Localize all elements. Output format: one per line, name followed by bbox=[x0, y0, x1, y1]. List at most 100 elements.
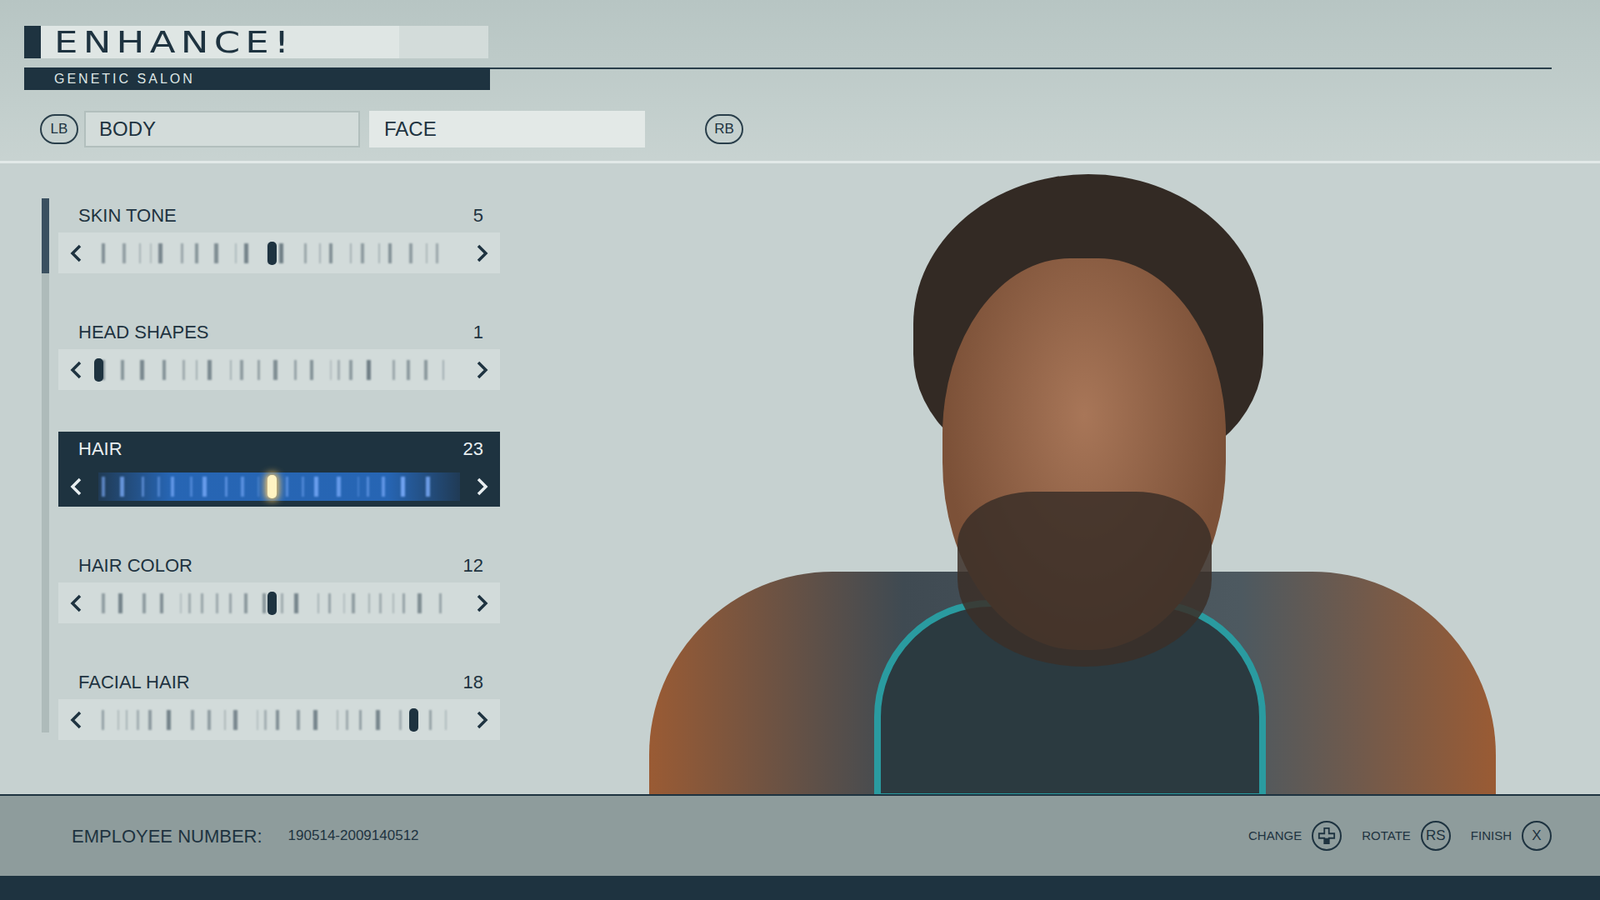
slider-tick bbox=[233, 710, 238, 730]
chevron-right-icon[interactable] bbox=[473, 593, 490, 614]
slider-tick bbox=[162, 360, 166, 380]
slider-value: 5 bbox=[473, 201, 484, 230]
slider-tick bbox=[136, 710, 140, 730]
slider-thumb[interactable] bbox=[267, 241, 277, 265]
slider-control bbox=[58, 349, 500, 390]
slider-row[interactable]: FACIAL HAIR18 bbox=[58, 665, 500, 740]
slider-tick bbox=[336, 476, 341, 497]
slider-tick bbox=[180, 593, 182, 614]
tab[interactable]: FACE bbox=[369, 110, 645, 148]
slider-tick bbox=[207, 360, 212, 380]
logo-box: ENHANCE! bbox=[40, 25, 400, 59]
slider-track[interactable] bbox=[98, 705, 460, 735]
slider-tick bbox=[125, 710, 128, 730]
control-hint[interactable]: ROTATE RS bbox=[1361, 820, 1451, 851]
slider-track[interactable] bbox=[98, 589, 460, 618]
header-line bbox=[490, 67, 1552, 90]
slider-tick bbox=[118, 593, 123, 614]
slider-tick bbox=[345, 710, 349, 730]
slider-tick bbox=[166, 710, 171, 730]
slider-row[interactable]: HAIR23 bbox=[58, 431, 500, 507]
key-button[interactable]: RS bbox=[1420, 820, 1451, 851]
slider-thumb[interactable] bbox=[94, 358, 104, 382]
slider-control bbox=[58, 582, 500, 624]
chevron-left-icon[interactable] bbox=[68, 243, 85, 264]
hint-label: CHANGE bbox=[1248, 826, 1302, 846]
chevron-right-icon[interactable] bbox=[473, 710, 490, 730]
slider-value: 1 bbox=[473, 318, 484, 346]
slider-control bbox=[58, 232, 500, 274]
slider-track[interactable] bbox=[98, 472, 460, 501]
slider-tick bbox=[214, 243, 219, 264]
tab[interactable]: BODY bbox=[84, 110, 360, 148]
tab-label: FACE bbox=[384, 114, 437, 145]
slider-header: HAIR COLOR12 bbox=[58, 548, 500, 583]
slider-track[interactable] bbox=[98, 239, 460, 268]
key-button[interactable]: X bbox=[1521, 820, 1552, 851]
slider-tick bbox=[330, 360, 332, 380]
chevron-left-icon[interactable] bbox=[68, 476, 85, 497]
slider-tick bbox=[402, 593, 405, 614]
slider-tick bbox=[424, 360, 428, 380]
slider-tick bbox=[195, 243, 199, 264]
dpad-icon[interactable] bbox=[1311, 820, 1342, 851]
slider-tick bbox=[240, 476, 245, 497]
slider-label: HEAD SHAPES bbox=[78, 318, 210, 346]
slider-tick bbox=[429, 710, 432, 730]
chevron-left-icon[interactable] bbox=[68, 360, 85, 380]
control-hint[interactable]: CHANGE bbox=[1248, 820, 1342, 851]
slider-label: HAIR bbox=[78, 435, 123, 463]
slider-tick bbox=[235, 243, 237, 264]
slider-tick bbox=[244, 593, 248, 614]
slider-tick bbox=[317, 593, 320, 614]
control-hint[interactable]: FINISHX bbox=[1470, 820, 1552, 851]
chevron-right-icon[interactable] bbox=[473, 476, 490, 497]
slider-row[interactable]: HEAD SHAPES 1 bbox=[58, 315, 500, 390]
slider-tick bbox=[343, 593, 345, 614]
employee-label: EMPLOYEE NUMBER: bbox=[71, 822, 263, 850]
slider-tick bbox=[215, 593, 219, 614]
slider-tick bbox=[425, 476, 430, 497]
slider-tick bbox=[313, 710, 318, 730]
header: ENHANCE! GENETIC SALON LBBODY FACE RB bbox=[0, 0, 1600, 164]
slider-thumb[interactable] bbox=[267, 591, 277, 615]
hint-label: ROTATE bbox=[1361, 826, 1411, 846]
slider-tick bbox=[207, 710, 211, 730]
slider-tick bbox=[101, 593, 105, 614]
subtitle: GENETIC SALON bbox=[54, 71, 195, 86]
slider-tick bbox=[296, 710, 300, 730]
next-tab-key[interactable]: RB bbox=[705, 114, 744, 145]
slider-thumb[interactable] bbox=[267, 475, 277, 499]
chevron-left-icon[interactable] bbox=[68, 710, 85, 730]
slider-tick bbox=[329, 243, 333, 264]
chevron-left-icon[interactable] bbox=[68, 593, 85, 614]
slider-tick bbox=[190, 710, 195, 730]
slider-tick bbox=[180, 243, 184, 264]
slider-tick bbox=[351, 593, 355, 614]
slider-tick bbox=[319, 243, 321, 264]
slider-tick bbox=[435, 243, 439, 264]
slider-tick bbox=[188, 593, 191, 614]
slider-tick bbox=[310, 360, 314, 380]
slider-tick bbox=[225, 476, 228, 497]
slider-tick bbox=[120, 476, 125, 497]
slider-tick bbox=[375, 710, 380, 730]
slider-row[interactable]: HAIR COLOR12 bbox=[58, 548, 500, 624]
slider-track[interactable] bbox=[98, 355, 460, 385]
slider-tick bbox=[264, 710, 267, 730]
character-preview[interactable] bbox=[649, 166, 1496, 795]
slider-tick bbox=[381, 476, 385, 497]
slider-row[interactable]: SKIN TONE5 bbox=[58, 198, 500, 274]
prev-tab-key[interactable]: LB bbox=[40, 114, 79, 145]
logo-mark bbox=[24, 25, 41, 59]
slider-tick bbox=[379, 593, 382, 614]
slider-tick bbox=[256, 710, 259, 730]
scrollbar[interactable] bbox=[41, 198, 50, 733]
slider-tick bbox=[280, 593, 284, 614]
chevron-right-icon[interactable] bbox=[473, 243, 490, 264]
scrollbar-thumb[interactable] bbox=[41, 198, 50, 274]
chevron-right-icon[interactable] bbox=[473, 360, 490, 380]
slider-thumb[interactable] bbox=[409, 708, 419, 732]
slider-value: 18 bbox=[463, 668, 484, 696]
slider-tick bbox=[141, 476, 145, 497]
